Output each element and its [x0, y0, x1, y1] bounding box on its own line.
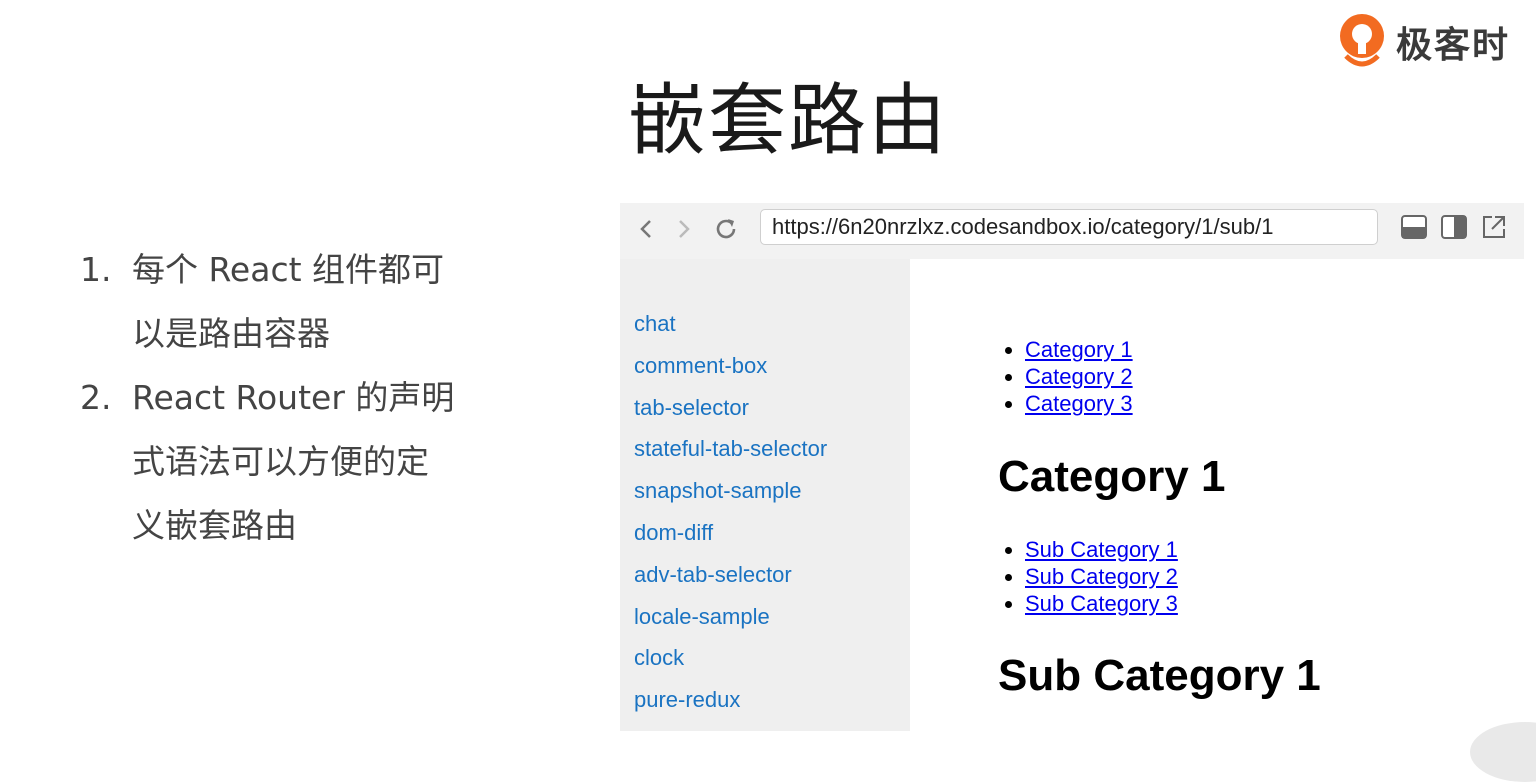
reload-icon[interactable]	[708, 211, 744, 247]
sub-category-link-1[interactable]: Sub Category 1	[1025, 537, 1178, 562]
page-content: Category 1 Category 2 Category 3 Categor…	[910, 259, 1524, 731]
bullet-text: React Router 的声明式语法可以方便的定义嵌套路由	[132, 378, 455, 545]
list-item: Category 3	[1025, 390, 1133, 417]
slide-title: 嵌套路由	[628, 76, 949, 166]
list-item: Category 1	[1025, 336, 1133, 363]
bullet-item: 2. React Router 的声明式语法可以方便的定义嵌套路由	[80, 366, 500, 558]
category-list: Category 1 Category 2 Category 3	[997, 336, 1133, 417]
sidebar-link-comment-box[interactable]: comment-box	[620, 345, 910, 387]
category-link-2[interactable]: Category 2	[1025, 364, 1133, 389]
geektime-logo-icon	[1336, 12, 1388, 72]
browser-window: https://6n20nrzlxz.codesandbox.io/catego…	[620, 203, 1524, 731]
logo-text: 极客时	[1396, 25, 1511, 66]
browser-toolbar: https://6n20nrzlxz.codesandbox.io/catego…	[620, 203, 1524, 259]
back-icon[interactable]	[628, 211, 664, 247]
list-item: Sub Category 3	[1025, 590, 1178, 617]
open-external-icon[interactable]	[1480, 213, 1508, 241]
url-bar[interactable]: https://6n20nrzlxz.codesandbox.io/catego…	[760, 209, 1378, 245]
category-link-1[interactable]: Category 1	[1025, 337, 1133, 362]
sub-category-link-2[interactable]: Sub Category 2	[1025, 564, 1178, 589]
sidebar-link-dom-diff[interactable]: dom-diff	[620, 512, 910, 554]
sidebar-link-adv-tab-selector[interactable]: adv-tab-selector	[620, 554, 910, 596]
bullet-item: 1. 每个 React 组件都可以是路由容器	[80, 238, 500, 366]
dock-side-icon[interactable]	[1440, 213, 1468, 241]
list-item: Sub Category 2	[1025, 563, 1178, 590]
sidebar-link-clock[interactable]: clock	[620, 637, 910, 679]
sub-category-list: Sub Category 1 Sub Category 2 Sub Catego…	[997, 536, 1178, 617]
geektime-logo: 极客时	[1336, 12, 1510, 72]
forward-icon[interactable]	[666, 211, 702, 247]
sidebar-link-tab-selector[interactable]: tab-selector	[620, 387, 910, 429]
sidebar: chat comment-box tab-selector stateful-t…	[620, 259, 910, 731]
corner-decoration	[1470, 722, 1536, 782]
bullet-list: 1. 每个 React 组件都可以是路由容器 2. React Router 的…	[80, 238, 500, 558]
list-item: Category 2	[1025, 363, 1133, 390]
sub-category-heading: Sub Category 1	[998, 651, 1321, 700]
sidebar-link-pure-redux[interactable]: pure-redux	[620, 679, 910, 721]
dock-bottom-icon[interactable]	[1400, 213, 1428, 241]
sidebar-link-stateful-tab-selector[interactable]: stateful-tab-selector	[620, 428, 910, 470]
bullet-number: 2.	[80, 378, 112, 417]
list-item: Sub Category 1	[1025, 536, 1178, 563]
sidebar-link-chat[interactable]: chat	[620, 303, 910, 345]
category-heading: Category 1	[998, 452, 1226, 501]
sidebar-link-locale-sample[interactable]: locale-sample	[620, 596, 910, 638]
category-link-3[interactable]: Category 3	[1025, 391, 1133, 416]
sidebar-link-snapshot-sample[interactable]: snapshot-sample	[620, 470, 910, 512]
bullet-text: 每个 React 组件都可以是路由容器	[132, 250, 445, 353]
sub-category-link-3[interactable]: Sub Category 3	[1025, 591, 1178, 616]
bullet-number: 1.	[80, 250, 112, 289]
